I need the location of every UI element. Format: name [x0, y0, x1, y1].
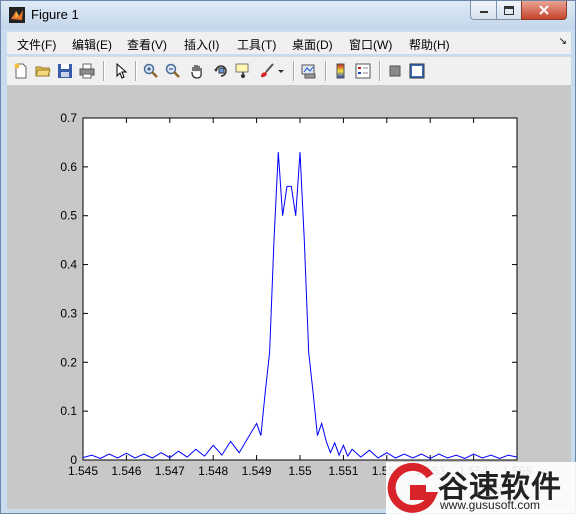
y-tick-label: 0	[70, 453, 77, 467]
menu-file[interactable]: 文件(F)	[17, 36, 56, 53]
menu-help[interactable]: 帮助(H)	[409, 36, 450, 53]
close-icon	[539, 5, 549, 15]
x-tick-label: 1.55	[288, 464, 312, 478]
matlab-logo-icon	[9, 7, 25, 23]
save-icon[interactable]	[55, 61, 75, 81]
toolbar-separator	[325, 61, 327, 81]
x-tick-label: 1.551	[328, 464, 358, 478]
x-tick-label: 1.549	[242, 464, 272, 478]
figure-toolbar	[7, 56, 571, 86]
y-tick-label: 0.1	[60, 404, 77, 418]
x-tick-label: 1.548	[198, 464, 228, 478]
zoom-out-icon[interactable]	[163, 61, 183, 81]
link-plot-icon[interactable]	[299, 61, 319, 81]
brush-icon[interactable]	[257, 61, 277, 81]
y-tick-label: 0.5	[60, 209, 77, 223]
y-tick-label: 0.3	[60, 306, 77, 320]
close-button[interactable]	[521, 1, 567, 20]
brush-dropdown-icon[interactable]	[275, 61, 287, 81]
y-tick-label: 0.4	[60, 258, 77, 272]
title-bar[interactable]: Figure 1	[1, 1, 575, 29]
zoom-in-icon[interactable]	[141, 61, 161, 81]
figure-canvas: 1.5451.5461.5471.5481.5491.551.5511.5521…	[7, 86, 571, 509]
toolbar-separator	[293, 61, 295, 81]
colorbar-icon[interactable]	[331, 61, 351, 81]
data-cursor-icon[interactable]	[233, 61, 253, 81]
new-figure-icon[interactable]	[11, 61, 31, 81]
pointer-icon[interactable]	[111, 61, 131, 81]
menu-bar: 文件(F) 编辑(E) 查看(V) 插入(I) 工具(T) 桌面(D) 窗口(W…	[7, 32, 571, 54]
rotate-3d-icon[interactable]	[211, 61, 231, 81]
y-tick-label: 0.7	[60, 111, 77, 125]
menu-tools[interactable]: 工具(T)	[237, 36, 276, 53]
hide-plot-tools-icon[interactable]	[385, 61, 405, 81]
menu-insert[interactable]: 插入(I)	[184, 36, 219, 53]
maximize-button[interactable]	[496, 1, 522, 20]
pan-hand-icon[interactable]	[187, 61, 207, 81]
watermark-g-logo-icon	[387, 462, 438, 513]
minimize-button[interactable]	[470, 1, 497, 20]
menu-view[interactable]: 查看(V)	[127, 36, 167, 53]
toolbar-separator	[379, 61, 381, 81]
watermark-logo: 谷速软件 www.gususoft.com	[386, 462, 576, 514]
matlab-figure-window: Figure 1 文件(F) 编辑(E) 查看(V) 插入(I) 工具(T) 桌…	[0, 0, 576, 514]
print-icon[interactable]	[77, 61, 97, 81]
toolbar-separator	[103, 61, 105, 81]
window-title: Figure 1	[31, 7, 79, 22]
minimize-icon	[479, 11, 488, 13]
watermark-url: www.gususoft.com	[440, 498, 541, 512]
plot-svg: 1.5451.5461.5471.5481.5491.551.5511.5521…	[60, 111, 532, 497]
menu-window[interactable]: 窗口(W)	[349, 36, 392, 53]
y-tick-label: 0.2	[60, 355, 77, 369]
menu-desktop[interactable]: 桌面(D)	[292, 36, 333, 53]
legend-icon[interactable]	[353, 61, 373, 81]
menu-edit[interactable]: 编辑(E)	[72, 36, 112, 53]
x-tick-label: 1.547	[155, 464, 185, 478]
y-tick-label: 0.6	[60, 160, 77, 174]
maximize-icon	[504, 5, 514, 15]
show-plot-tools-icon[interactable]	[407, 61, 427, 81]
open-file-icon[interactable]	[33, 61, 53, 81]
toolbar-separator	[135, 61, 137, 81]
axes-box	[82, 117, 518, 461]
menu-overflow-arrow-icon[interactable]: ↘	[559, 36, 567, 47]
x-tick-label: 1.546	[111, 464, 141, 478]
